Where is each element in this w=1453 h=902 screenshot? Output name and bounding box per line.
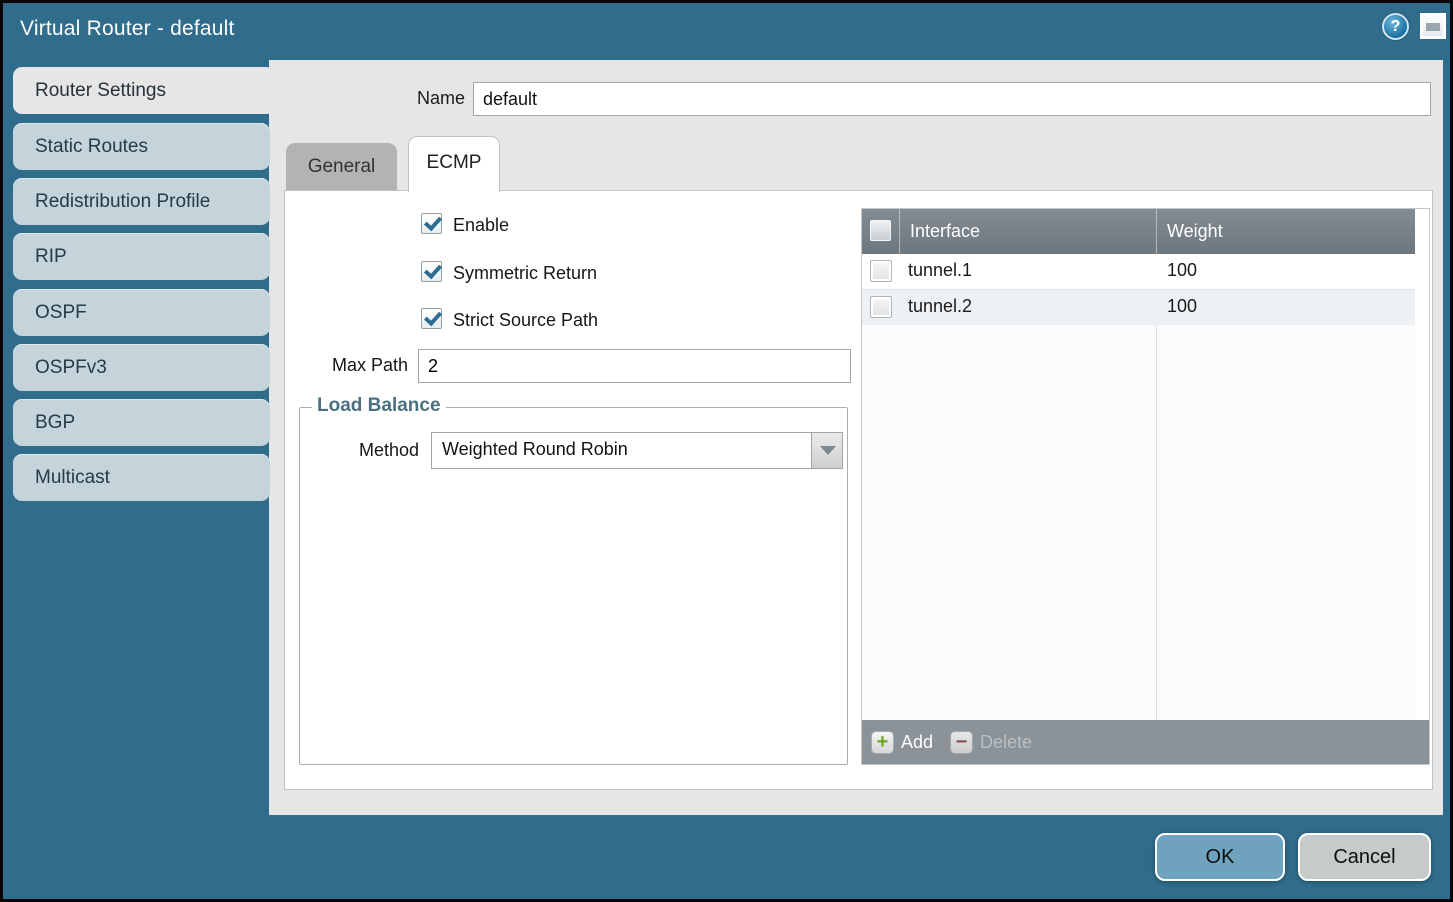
name-label: Name [359, 88, 465, 109]
titlebar: Virtual Router - default ? [3, 3, 1450, 57]
table-toolbar: + Add − Delete [862, 720, 1429, 764]
method-label: Method [319, 440, 419, 461]
add-plus-icon: + [871, 731, 894, 754]
interface-cell: tunnel.1 [908, 260, 972, 281]
tab-general[interactable]: General [286, 143, 397, 190]
row-checkbox[interactable] [870, 260, 892, 282]
cancel-button[interactable]: Cancel [1298, 833, 1431, 881]
tab-ecmp[interactable]: ECMP [408, 136, 500, 192]
sidebar-item-ospfv3[interactable]: OSPFv3 [13, 344, 270, 391]
sidebar-item-bgp[interactable]: BGP [13, 399, 270, 446]
enable-label: Enable [453, 215, 509, 236]
dialog-title: Virtual Router - default [20, 17, 235, 41]
delete-minus-icon: − [950, 731, 973, 754]
column-header-interface[interactable]: Interface [900, 209, 1157, 254]
window-restore-icon[interactable] [1420, 13, 1446, 39]
sidebar-item-redistribution-profile[interactable]: Redistribution Profile [13, 178, 270, 225]
strict-source-path-checkbox[interactable] [421, 308, 442, 329]
chevron-down-icon[interactable] [811, 433, 842, 468]
interface-table: Interface Weight tunnel.1 100 tunnel.2 1… [861, 208, 1430, 765]
table-header: Interface Weight [862, 209, 1415, 254]
weight-cell: 100 [1167, 260, 1197, 281]
ok-button[interactable]: OK [1155, 833, 1285, 881]
add-button-label: Add [901, 732, 933, 753]
sidebar-item-ospf[interactable]: OSPF [13, 289, 270, 336]
load-balance-legend: Load Balance [312, 395, 446, 417]
weight-cell: 100 [1167, 296, 1197, 317]
name-input[interactable] [473, 82, 1431, 116]
select-all-checkbox[interactable] [870, 220, 891, 241]
enable-checkbox[interactable] [421, 213, 442, 234]
table-scroll-gutter[interactable] [1415, 209, 1429, 764]
sidebar-item-multicast[interactable]: Multicast [13, 454, 270, 501]
row-checkbox[interactable] [870, 296, 892, 318]
symmetric-return-checkbox[interactable] [421, 261, 442, 282]
max-path-label: Max Path [293, 355, 408, 376]
sidebar-item-rip[interactable]: RIP [13, 233, 270, 280]
delete-button[interactable]: − Delete [950, 720, 1032, 764]
delete-button-label: Delete [980, 732, 1032, 753]
max-path-input[interactable] [418, 349, 851, 383]
add-button[interactable]: + Add [871, 720, 933, 764]
strict-source-path-label: Strict Source Path [453, 310, 598, 331]
column-header-weight[interactable]: Weight [1157, 209, 1415, 254]
symmetric-return-label: Symmetric Return [453, 263, 597, 284]
method-dropdown[interactable]: Weighted Round Robin [431, 432, 843, 469]
help-icon[interactable]: ? [1382, 13, 1409, 40]
select-all-cell [862, 209, 900, 254]
sidebar-item-static-routes[interactable]: Static Routes [13, 123, 270, 170]
table-row[interactable]: tunnel.1 100 [862, 254, 1415, 289]
sidebar-item-router-settings[interactable]: Router Settings [13, 67, 275, 114]
interface-cell: tunnel.2 [908, 296, 972, 317]
window-restore-icon-glyph [1426, 23, 1440, 31]
table-row[interactable]: tunnel.2 100 [862, 290, 1415, 325]
method-selected-value: Weighted Round Robin [442, 439, 628, 460]
virtual-router-dialog: Virtual Router - default ? Router Settin… [0, 0, 1453, 902]
